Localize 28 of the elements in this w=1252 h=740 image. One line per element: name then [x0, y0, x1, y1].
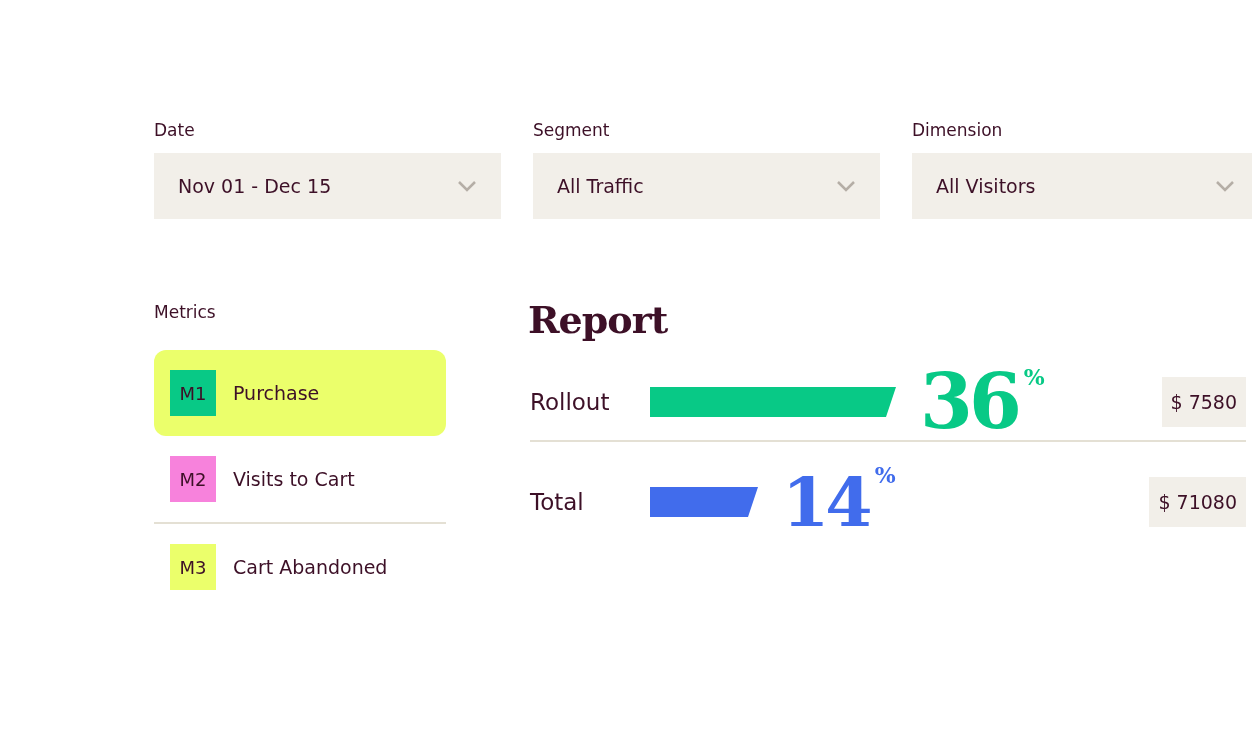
percent-sign: % [1023, 364, 1045, 390]
metric-name: Visits to Cart [233, 468, 355, 490]
row-label: Total [530, 489, 585, 515]
percent-sign: % [874, 462, 896, 488]
dropdown[interactable]: All Traffic [533, 153, 880, 219]
metric-tag: M2 [170, 456, 216, 502]
metric-item[interactable]: M1 Purchase [154, 350, 446, 436]
metric-item[interactable]: M2 Visits to Cart [154, 436, 446, 522]
chevron-down-icon [836, 180, 856, 192]
field-label: Dimension [912, 120, 1004, 140]
amount-tag: $ 71080 [1149, 477, 1246, 527]
metric-item[interactable]: M3 Cart Abandoned [154, 524, 446, 610]
row-label: Rollout [530, 389, 611, 415]
dropdown[interactable]: All Visitors [912, 153, 1252, 219]
field-label: Segment [533, 120, 611, 140]
percent-value: 14 [782, 468, 869, 536]
chevron-down-icon [1215, 180, 1235, 192]
chevron-down-icon [457, 180, 477, 192]
metric-tag: M3 [170, 544, 216, 590]
field-label: Date [154, 120, 196, 140]
percent-value: 36 [920, 364, 1018, 440]
amount-tag: $ 7580 [1161, 377, 1246, 427]
metric-name: Purchase [233, 382, 320, 404]
metric-tag: M1 [170, 370, 216, 416]
metric-name: Cart Abandoned [233, 556, 388, 578]
dropdown[interactable]: Nov 01 - Dec 15 [154, 153, 501, 219]
section-label: Metrics [154, 302, 217, 322]
report-title: Report [528, 297, 669, 342]
